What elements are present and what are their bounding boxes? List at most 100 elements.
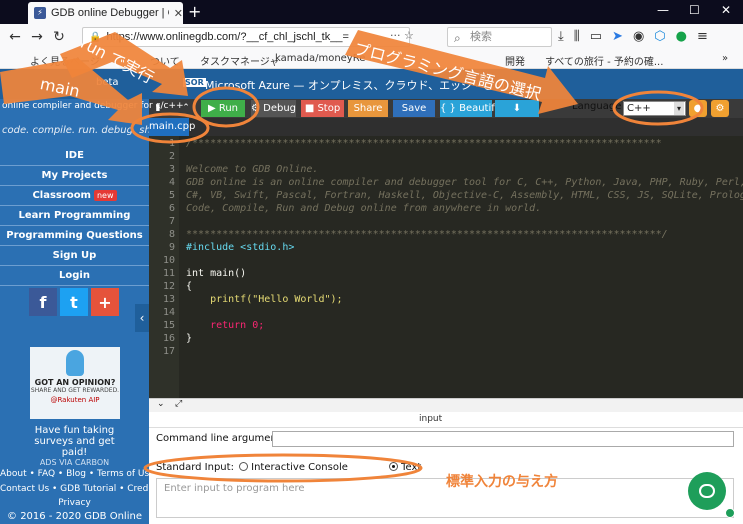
search-icon: ⌕ <box>454 31 461 45</box>
window-close-icon[interactable]: ✕ <box>721 3 731 17</box>
sidebar-item-learn-programming[interactable]: Learn Programming <box>0 206 149 226</box>
ads-via-carbon[interactable]: ADS VIA CARBON <box>0 458 149 467</box>
browser-tab[interactable]: ⚡ GDB online Debugger | Compil ✕ <box>28 2 183 24</box>
library-icon[interactable]: ⫼ <box>574 29 580 44</box>
line-number-gutter <box>149 136 179 398</box>
page-actions-icon[interactable]: ··· ☆ <box>390 29 414 42</box>
stdin-placeholder: Enter input to program here <box>164 483 305 494</box>
settings-gear-icon[interactable]: ⚙ <box>711 100 729 117</box>
footer-links-3[interactable]: Privacy <box>0 498 149 508</box>
code-editor[interactable]: 1 2 3 4 5 6 7 8 9 10 11 12 13 14 15 16 1… <box>149 136 743 398</box>
collapse-panel-icon[interactable]: ⌄ <box>157 399 165 409</box>
code-line: GDB online is an online compiler and deb… <box>186 177 743 188</box>
input-panel-header: input <box>149 412 743 428</box>
code-line: Welcome to GDB Online. <box>186 164 319 175</box>
code-line: Code, Compile, Run and Debug online from… <box>186 203 542 214</box>
line-number: 11 <box>162 268 175 279</box>
beautify-button[interactable]: { } Beautify <box>440 100 501 117</box>
line-number: 4 <box>168 177 175 188</box>
line-number: 7 <box>168 216 175 227</box>
facebook-icon[interactable]: f <box>29 288 57 316</box>
lightbulb-icon <box>66 350 84 376</box>
line-number: 3 <box>168 164 175 175</box>
sidebar-icon[interactable]: ▭ <box>590 29 602 44</box>
file-tab-bar: main.cpp <box>149 118 743 136</box>
download-icon[interactable]: ⤓ <box>558 29 564 44</box>
stdin-textarea[interactable]: Enter input to program here <box>156 478 734 518</box>
footer-links-1[interactable]: About • FAQ • Blog • Terms of Use • <box>0 469 163 479</box>
chat-widget-button[interactable] <box>688 472 726 510</box>
sidebar-item-my-projects[interactable]: My Projects <box>0 166 149 186</box>
panel-splitter[interactable]: ⌄ ⤢ <box>149 398 743 412</box>
forward-icon[interactable]: → <box>26 26 48 48</box>
line-number: 9 <box>168 242 175 253</box>
file-tab-main-cpp[interactable]: main.cpp <box>149 118 195 136</box>
close-tab-icon[interactable]: ✕ <box>174 7 183 20</box>
code-line: C#, VB, Swift, Pascal, Fortran, Haskell,… <box>186 190 743 201</box>
line-number: 17 <box>162 346 175 357</box>
line-number: 13 <box>162 294 175 305</box>
info-icon[interactable]: ● <box>689 100 707 117</box>
cmd-args-input[interactable] <box>272 431 734 447</box>
ad-promo-text[interactable]: Have fun taking surveys and get paid! <box>0 425 149 458</box>
search-placeholder: 検索 <box>470 30 492 43</box>
collapse-sidebar-icon[interactable]: ‹ <box>135 304 149 332</box>
profile-icon[interactable]: ● <box>676 29 687 44</box>
new-tab-button[interactable]: + <box>188 2 201 22</box>
ad-badge: SOR <box>183 78 206 87</box>
social-buttons: f t + <box>29 288 119 316</box>
code-line: int main() <box>186 268 247 279</box>
annotation-stdin: 標準入力の与え方 <box>446 474 558 490</box>
line-number: 12 <box>162 281 175 292</box>
account-icon[interactable]: ◉ <box>633 29 644 44</box>
code-line: printf("Hello World"); <box>186 294 343 305</box>
share-plus-icon[interactable]: + <box>91 288 119 316</box>
bookmark-item[interactable]: タスクマネージャ <box>200 53 279 68</box>
browser-tab-bar: ⚡ GDB online Debugger | Compil ✕ + — ☐ ✕ <box>0 0 743 24</box>
site-subtitle: online compiler and debugger for c/c++ <box>2 101 184 111</box>
bookmark-item[interactable]: 開発 <box>505 53 525 68</box>
share-button[interactable]: Share <box>348 100 388 117</box>
browser-toolbar-icons: ⤓ ⫼ ▭ ➤ ◉ ⬡ ● ≡ <box>558 29 708 44</box>
browser-search-input[interactable]: ⌕ 検索 <box>447 27 552 47</box>
sidebar-item-login[interactable]: Login <box>0 266 149 286</box>
logo-beta: beta <box>96 77 119 88</box>
tab-title: GDB online Debugger | Compil <box>51 7 169 19</box>
menu-icon[interactable]: ≡ <box>697 29 708 44</box>
stop-button[interactable]: ■ Stop <box>301 100 344 117</box>
text-radio[interactable]: Text <box>389 462 421 473</box>
extension-icon[interactable]: ⬡ <box>654 29 665 44</box>
run-button[interactable]: ▶ Run <box>201 100 245 117</box>
carbon-ad-image[interactable]: GOT AN OPINION? SHARE AND GET REWARDED. … <box>30 347 120 419</box>
language-select[interactable]: C++ ▾ <box>623 101 686 116</box>
footer-links-2[interactable]: Contact Us • GDB Tutorial • Credits • <box>0 484 167 494</box>
expand-panel-icon[interactable]: ⤢ <box>175 399 182 409</box>
debug-button[interactable]: ⚙ Debug <box>251 100 296 117</box>
sidebar-item-ide[interactable]: IDE <box>0 146 149 166</box>
back-icon[interactable]: ← <box>4 26 26 48</box>
pointer-icon[interactable]: ➤ <box>612 29 623 44</box>
sidebar-menu: IDE My Projects Classroom new Learn Progr… <box>0 146 149 286</box>
interactive-console-radio[interactable]: Interactive Console <box>239 462 348 473</box>
code-line: return 0; <box>186 320 265 331</box>
cmd-args-label: Command line arguments: <box>156 433 290 444</box>
line-number: 14 <box>162 307 175 318</box>
copyright: © 2016 - 2020 GDB Online <box>7 511 142 522</box>
sidebar-item-programming-questions[interactable]: Programming Questions <box>0 226 149 246</box>
code-line: /***************************************… <box>186 138 662 149</box>
sidebar-item-classroom[interactable]: Classroom new <box>0 186 149 206</box>
code-line: #include <stdio.h> <box>186 242 295 253</box>
minimize-icon[interactable]: — <box>657 3 669 17</box>
sidebar-item-sign-up[interactable]: Sign Up <box>0 246 149 266</box>
site-header: beta SOR Microsoft Azure — オンプレミス、クラウド、エ… <box>0 69 743 99</box>
chat-bubble-icon <box>699 484 715 498</box>
twitter-icon[interactable]: t <box>60 288 88 316</box>
save-button[interactable]: Save <box>393 100 435 117</box>
reload-icon[interactable]: ↻ <box>48 26 70 48</box>
bookmark-item[interactable]: すべての旅行 - 予約の確... <box>545 53 663 68</box>
code-line: ****************************************… <box>186 229 668 240</box>
line-number: 5 <box>168 190 175 201</box>
bookmarks-overflow-icon[interactable]: » <box>722 53 728 64</box>
maximize-icon[interactable]: ☐ <box>689 3 700 17</box>
url-text: https://www.onlinegdb.com/?__cf_chl_jsch… <box>106 31 349 43</box>
